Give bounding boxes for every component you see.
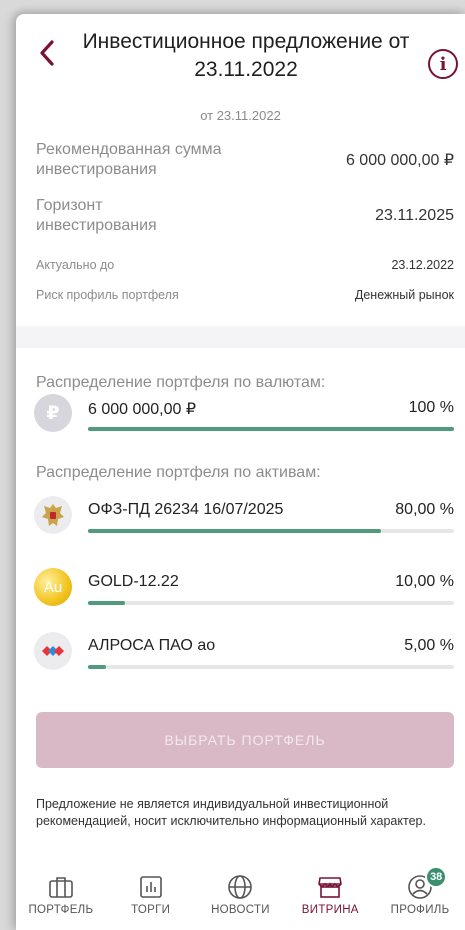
header: Инвестиционное предложение от 23.11.2022… [16,14,465,98]
actual-label: Актуально до [36,258,115,272]
globe-icon [227,870,253,904]
select-portfolio-button[interactable]: ВЫБРАТЬ ПОРТФЕЛЬ [36,712,454,768]
screen: Инвестиционное предложение от 23.11.2022… [16,14,465,930]
horizon-label: Горизонт инвестирования [36,197,157,234]
disclaimer-text: Предложение не является индивидуальной и… [36,797,426,828]
tab-profile[interactable]: 38 ПРОФИЛЬ [375,866,465,930]
actual-row: Актуально до 23.12.2022 [36,258,454,272]
actual-value: 23.12.2022 [391,258,454,272]
asset-progress-track [88,665,454,669]
risk-label: Риск профиль портфеля [36,288,179,302]
info-icon: i [439,53,447,75]
tab-news[interactable]: НОВОСТИ [196,866,286,930]
amount-row: Рекомендованная сумма инвестирования 6 0… [36,140,454,180]
alrosa-logo-icon [34,632,72,670]
gold-coin-icon: Au [34,568,72,606]
section-divider [16,326,465,348]
offer-date: от 23.11.2022 [200,108,281,123]
coat-of-arms-icon [34,496,72,534]
asset-name: АЛРОСА ПАО ао [88,637,216,654]
tab-showcase[interactable]: ВИТРИНА [285,866,375,930]
tab-bar: ПОРТФЕЛЬ ТОРГИ НОВОСТИ ВИТРИНА 38 ПРОФИЛ… [16,866,465,930]
currency-progress-fill [88,427,454,431]
info-button[interactable]: i [428,49,458,79]
horizon-value: 23.11.2025 [375,207,454,224]
currency-item[interactable]: ₽ 6 000 000,00 ₽ 100 % [34,394,454,444]
asset-item-gold[interactable]: Au GOLD-12.22 10,00 % [34,568,454,618]
risk-value: Денежный рынок [354,288,454,302]
page-title: Инвестиционное предложение от 23.11.2022 [82,30,410,81]
currency-percent: 100 % [408,399,454,416]
risk-row: Риск профиль портфеля Денежный рынок [36,288,454,302]
asset-percent: 5,00 % [404,637,454,654]
currency-amount: 6 000 000,00 ₽ [88,401,197,418]
notification-badge: 38 [425,866,448,888]
amount-value: 6 000 000,00 ₽ [345,152,454,169]
currency-section-title: Распределение портфеля по валютам: [36,374,326,391]
storefront-icon [317,870,343,904]
asset-progress-track [88,529,454,533]
asset-name: GOLD-12.22 [88,573,179,590]
asset-percent: 10,00 % [395,573,454,590]
tab-label: НОВОСТИ [211,904,270,916]
tab-label: ТОРГИ [131,904,171,916]
briefcase-icon [48,870,74,904]
asset-item-alrosa[interactable]: АЛРОСА ПАО ао 5,00 % [34,632,454,682]
asset-progress-fill [88,529,381,533]
asset-progress-fill [88,601,125,605]
ruble-icon: ₽ [34,394,72,432]
asset-item-ofz[interactable]: ОФЗ-ПД 26234 16/07/2025 80,00 % [34,496,454,546]
asset-progress-fill [88,665,107,669]
horizon-row: Горизонт инвестирования 23.11.2025 [36,196,454,236]
chart-icon [139,870,163,904]
currency-progress-track [88,427,454,431]
tab-label: ПРОФИЛЬ [390,904,450,916]
asset-progress-track [88,601,454,605]
tab-portfolio[interactable]: ПОРТФЕЛЬ [16,866,106,930]
tab-label: ПОРТФЕЛЬ [28,904,94,916]
assets-section-title: Распределение портфеля по активам: [36,464,321,481]
back-button[interactable] [34,38,60,68]
tab-trading[interactable]: ТОРГИ [106,866,196,930]
amount-label: Рекомендованная сумма инвестирования [36,141,222,178]
chevron-left-icon [40,40,54,66]
asset-percent: 80,00 % [395,501,454,518]
asset-name: ОФЗ-ПД 26234 16/07/2025 [88,501,284,518]
tab-label: ВИТРИНА [301,904,359,916]
